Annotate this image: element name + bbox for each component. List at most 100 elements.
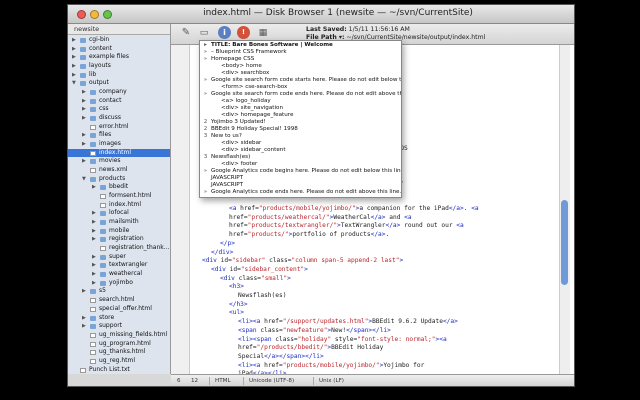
sidebar-item-label: products <box>99 174 126 182</box>
function-menu-item[interactable]: » Google Analytics code ends here. Please… <box>200 189 401 197</box>
info-icon[interactable]: i <box>218 26 231 39</box>
sidebar-item-bbedit[interactable]: ▶ bbedit <box>68 183 170 192</box>
sidebar-item-punch-list-txt[interactable]: Punch List.txt <box>68 366 170 374</box>
pencil-icon[interactable]: ✎ <box>179 26 193 40</box>
line-endings-popup[interactable]: Unix (LF) <box>319 375 344 386</box>
sidebar-item-files[interactable]: ▶ files <box>68 131 170 140</box>
disclosure-open-icon[interactable]: ▼ <box>82 175 86 184</box>
disclosure-closed-icon[interactable]: ▶ <box>72 53 76 62</box>
disclosure-closed-icon[interactable]: ▶ <box>92 227 96 236</box>
sidebar-item-content[interactable]: ▶ content <box>68 45 170 54</box>
line-gutter <box>171 45 190 374</box>
sidebar-item-mailsmith[interactable]: ▶ mailsmith <box>68 218 170 227</box>
sidebar-item-lofocal[interactable]: ▶ lofocal <box>68 209 170 218</box>
document-icon[interactable]: ▦ <box>256 26 270 40</box>
disclosure-closed-icon[interactable]: ▶ <box>82 314 86 323</box>
sidebar-item-ug-thanks-html[interactable]: ug_thanks.html <box>68 348 170 357</box>
encoding-popup[interactable]: Unicode (UTF-8) <box>249 375 294 386</box>
sidebar-item-news-xml[interactable]: news.xml <box>68 166 170 175</box>
text-options-icon[interactable]: ▭ <box>197 26 211 40</box>
scrollbar-thumb[interactable] <box>561 200 568 285</box>
sidebar-item-label: layouts <box>89 62 111 70</box>
sidebar-item-weathercal[interactable]: ▶ weathercal <box>68 270 170 279</box>
sidebar-item-label: index.html <box>109 200 141 208</box>
disclosure-closed-icon[interactable]: ▶ <box>82 140 86 149</box>
sidebar-item-mobile[interactable]: ▶ mobile <box>68 227 170 236</box>
sidebar-item-registration-thank-[interactable]: registration_thank... <box>68 244 170 253</box>
disclosure-closed-icon[interactable]: ▶ <box>72 45 76 54</box>
sidebar-item-css[interactable]: ▶ css <box>68 105 170 114</box>
disclosure-open-icon[interactable]: ▼ <box>72 79 76 88</box>
sidebar-item-movies[interactable]: ▶ movies <box>68 157 170 166</box>
disclosure-closed-icon[interactable]: ▶ <box>92 235 96 244</box>
disclosure-closed-icon[interactable]: ▶ <box>92 261 96 270</box>
sidebar-item-error-html[interactable]: error.html <box>68 123 170 132</box>
sidebar-item-super[interactable]: ▶ super <box>68 253 170 262</box>
zoom-window-button[interactable] <box>103 10 112 19</box>
sidebar-item-search-html[interactable]: search.html <box>68 296 170 305</box>
disclosure-closed-icon[interactable]: ▶ <box>82 88 86 97</box>
disclosure-closed-icon[interactable]: ▶ <box>92 218 96 227</box>
code-line: <a href="products/mobile/yojimbo/">a com… <box>229 205 479 212</box>
disclosure-closed-icon[interactable]: ▶ <box>92 279 96 288</box>
sidebar-item-discuss[interactable]: ▶ discuss <box>68 114 170 123</box>
disclosure-closed-icon[interactable]: ▶ <box>92 270 96 279</box>
disclosure-closed-icon[interactable]: ▶ <box>82 97 86 106</box>
disclosure-closed-icon[interactable]: ▶ <box>82 287 86 296</box>
disclosure-closed-icon[interactable]: ▶ <box>82 322 86 331</box>
sidebar-item-index-html[interactable]: index.html <box>68 148 170 158</box>
sidebar-item-cgi-bin[interactable]: ▶ cgi-bin <box>68 36 170 45</box>
disclosure-closed-icon[interactable]: ▶ <box>82 157 86 166</box>
folder-icon <box>90 90 96 96</box>
sidebar-item-contact[interactable]: ▶ contact <box>68 97 170 106</box>
disclosure-closed-icon[interactable]: ▶ <box>72 36 76 45</box>
title-bar[interactable]: index.html — Disk Browser 1 (newsite — ~… <box>68 5 574 24</box>
sidebar-path-popup[interactable]: newsite <box>68 24 170 35</box>
disclosure-closed-icon[interactable]: ▶ <box>82 131 86 140</box>
sidebar-item-label: registration <box>109 235 144 243</box>
sidebar-item-products[interactable]: ▼ products <box>68 175 170 184</box>
sidebar-item-store[interactable]: ▶ store <box>68 314 170 323</box>
sidebar-item-company[interactable]: ▶ company <box>68 88 170 97</box>
minimize-window-button[interactable] <box>90 10 99 19</box>
status-separator <box>209 377 210 385</box>
code-line: <li><span class="holiday" style="font-st… <box>238 335 447 343</box>
folder-icon <box>90 159 96 165</box>
sidebar-item-label: contact <box>99 96 122 104</box>
sidebar-item-lib[interactable]: ▶ lib <box>68 71 170 80</box>
disclosure-closed-icon[interactable]: ▶ <box>82 105 86 114</box>
folder-icon <box>90 176 96 182</box>
sidebar-item-ug-program-html[interactable]: ug_program.html <box>68 340 170 349</box>
file-icon <box>90 150 96 156</box>
disclosure-closed-icon[interactable]: ▶ <box>92 253 96 262</box>
close-window-button[interactable] <box>77 10 86 19</box>
sidebar-item-ug-reg-html[interactable]: ug_reg.html <box>68 357 170 366</box>
sidebar-item-example-files[interactable]: ▶ example files <box>68 53 170 62</box>
sidebar-item-output[interactable]: ▼ output <box>68 79 170 88</box>
disclosure-closed-icon[interactable]: ▶ <box>92 183 96 192</box>
sidebar-item-formsent-html[interactable]: formsent.html <box>68 192 170 201</box>
disclosure-closed-icon[interactable]: ▶ <box>72 62 76 71</box>
status-line-number[interactable]: 6 <box>177 375 181 386</box>
disclosure-closed-icon[interactable]: ▶ <box>92 209 96 218</box>
disclosure-closed-icon[interactable]: ▶ <box>82 114 86 123</box>
status-column-number[interactable]: 12 <box>191 375 198 386</box>
disclosure-closed-icon[interactable]: ▶ <box>72 71 76 80</box>
vertical-scrollbar[interactable] <box>559 45 570 374</box>
sidebar-item-support[interactable]: ▶ support <box>68 322 170 331</box>
sidebar-item-special-offer-html[interactable]: special_offer.html <box>68 305 170 314</box>
code-line: <div class="small"> <box>220 274 291 282</box>
function-menu-icon[interactable]: ! <box>237 26 250 39</box>
folder-icon <box>90 98 96 104</box>
sidebar-item-layouts[interactable]: ▶ layouts <box>68 62 170 71</box>
sidebar-item-images[interactable]: ▶ images <box>68 140 170 149</box>
sidebar-item-yojimbo[interactable]: ▶ yojimbo <box>68 279 170 288</box>
sidebar-item-ug-missing-fields-html[interactable]: ug_missing_fields.html <box>68 331 170 340</box>
code-line: Newsflash(es) <box>238 292 287 299</box>
sidebar-item-registration[interactable]: ▶ registration <box>68 235 170 244</box>
sidebar-item-index-html[interactable]: index.html <box>68 201 170 210</box>
sidebar-item-s5[interactable]: ▶ s5 <box>68 287 170 296</box>
sidebar-item-label: output <box>89 79 109 87</box>
language-popup[interactable]: HTML <box>215 375 231 386</box>
sidebar-item-textwrangler[interactable]: ▶ textwrangler <box>68 261 170 270</box>
